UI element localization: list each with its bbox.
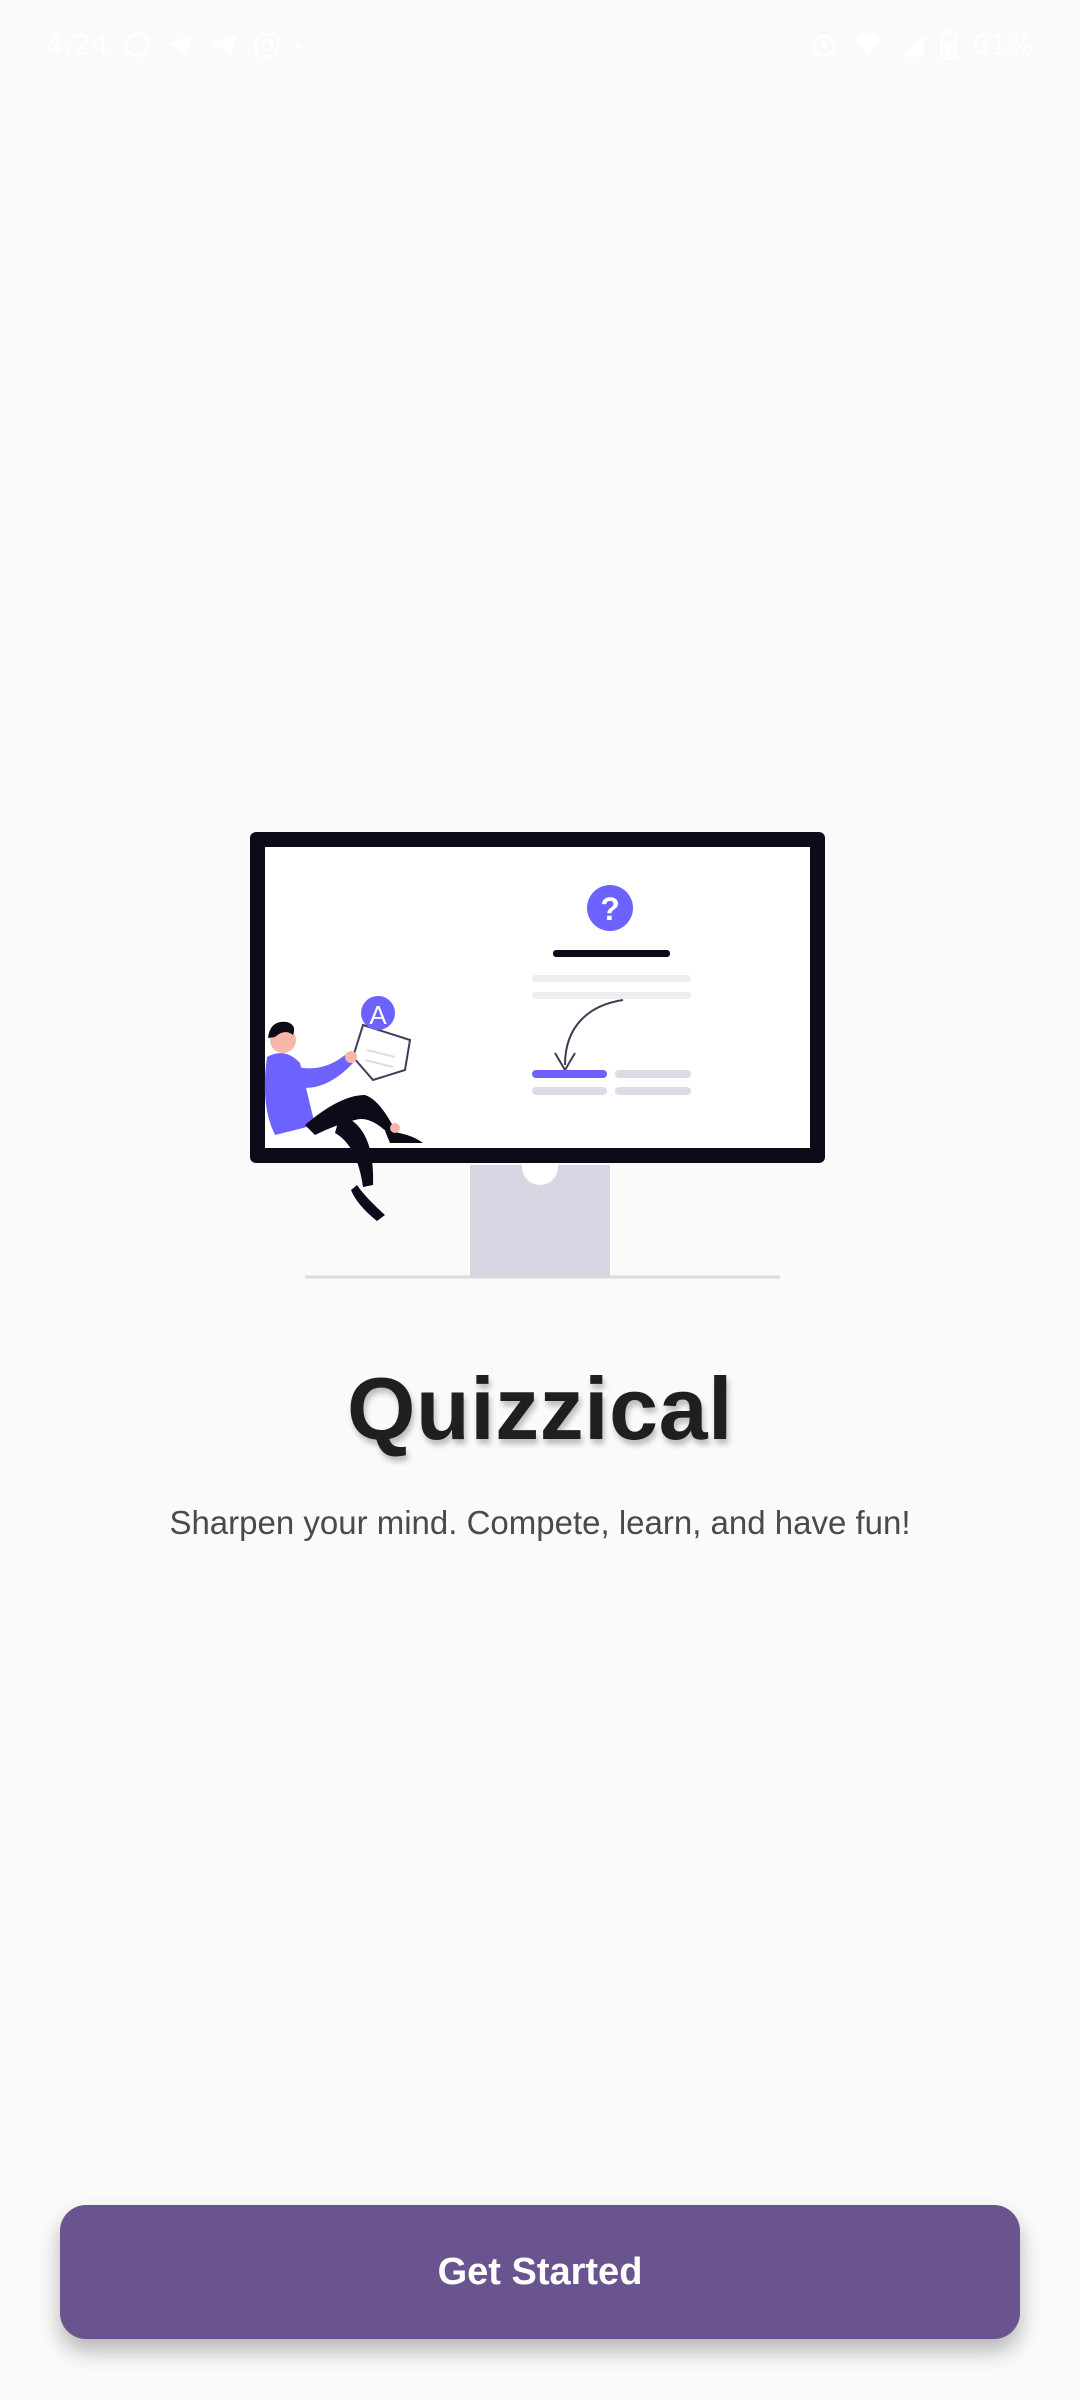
- status-left: 4:24: [46, 28, 301, 61]
- app-title: Quizzical: [347, 1359, 733, 1458]
- whatsapp-icon: [123, 31, 151, 59]
- svg-text:?: ?: [600, 891, 620, 927]
- wifi-icon: [852, 31, 884, 59]
- notification-dot-icon: [294, 41, 301, 48]
- battery-percentage: 61%: [971, 28, 1034, 61]
- welcome-screen: 4:24 61% ? A Quizzical Sharpen your mind…: [0, 0, 1080, 2400]
- telegram-icon: [165, 31, 195, 59]
- battery-icon: [940, 29, 958, 60]
- get-started-label: Get Started: [437, 2250, 643, 2293]
- app-subtitle: Sharpen your mind. Compete, learn, and h…: [169, 1504, 911, 1541]
- status-bar: 4:24 61%: [0, 0, 1080, 92]
- telegram-icon: [209, 31, 239, 59]
- alarm-icon: [810, 31, 838, 59]
- svg-text:A: A: [369, 1000, 387, 1030]
- status-time: 4:24: [46, 28, 109, 61]
- quiz-monitor-illustration: ? A: [245, 825, 835, 1285]
- signal-icon: [898, 31, 926, 59]
- instagram-icon: [253, 31, 281, 59]
- status-right: 61%: [810, 28, 1034, 61]
- get-started-button[interactable]: Get Started: [60, 2205, 1020, 2339]
